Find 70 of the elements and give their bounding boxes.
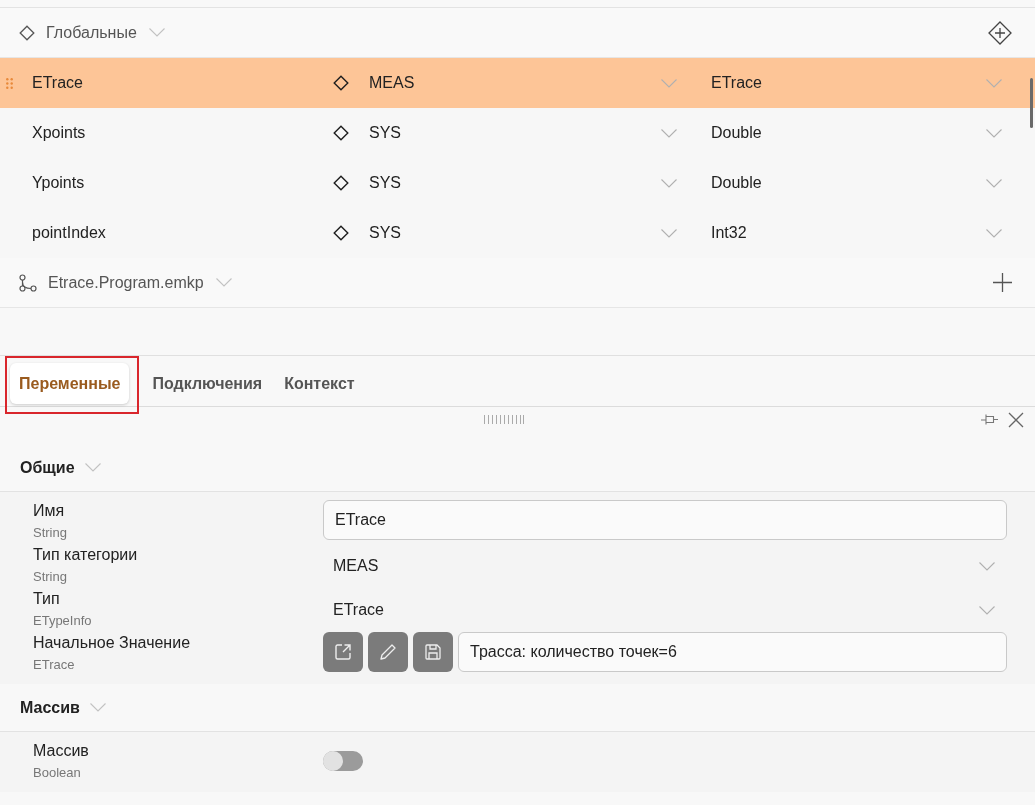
external-link-icon bbox=[333, 642, 353, 662]
property-type: ETypeInfo bbox=[33, 612, 93, 630]
section-title: Массив bbox=[20, 697, 80, 718]
value-dropdown[interactable]: MEAS bbox=[323, 546, 1007, 586]
add-variable-button[interactable] bbox=[988, 20, 1012, 45]
diamond-icon bbox=[333, 175, 349, 191]
chevron-down-icon bbox=[986, 78, 1002, 88]
chevron-down-icon[interactable] bbox=[84, 463, 101, 472]
diamond-icon bbox=[19, 24, 35, 41]
chevron-down-icon bbox=[661, 78, 677, 88]
value-dropdown[interactable]: ETrace bbox=[323, 590, 1007, 630]
pencil-icon bbox=[379, 643, 397, 661]
variable-name: Ypoints bbox=[32, 173, 86, 193]
chevron-down-icon[interactable] bbox=[89, 703, 106, 712]
chevron-down-icon bbox=[661, 228, 677, 238]
drag-handle-icon[interactable] bbox=[6, 77, 13, 89]
tab[interactable]: Подключения bbox=[143, 363, 272, 404]
type-dropdown[interactable]: Double bbox=[711, 171, 1002, 195]
scrollbar-thumb[interactable] bbox=[1030, 78, 1033, 128]
property-type: ETrace bbox=[33, 656, 76, 674]
category-dropdown[interactable]: SYS bbox=[369, 221, 677, 245]
category-dropdown[interactable]: SYS bbox=[369, 171, 677, 195]
plus-icon bbox=[993, 273, 1012, 292]
save-button[interactable] bbox=[413, 632, 453, 672]
group-title: Etrace.Program.emkp bbox=[48, 272, 204, 293]
property-type: String bbox=[33, 568, 68, 586]
property-label: Тип категории bbox=[33, 545, 139, 565]
category-dropdown[interactable]: MEAS bbox=[369, 71, 677, 95]
tab[interactable]: Контекст bbox=[275, 363, 364, 404]
diamond-plus-icon bbox=[988, 20, 1012, 45]
diamond-icon bbox=[333, 225, 349, 241]
text-field[interactable]: ETrace bbox=[323, 500, 1007, 540]
tab[interactable]: Переменные bbox=[10, 363, 130, 404]
pin-icon[interactable] bbox=[981, 414, 998, 425]
diamond-icon bbox=[333, 125, 349, 141]
chevron-down-icon bbox=[979, 605, 995, 615]
group-title: Глобальные bbox=[46, 22, 137, 43]
property-label: Массив bbox=[33, 741, 90, 761]
type-dropdown[interactable]: ETrace bbox=[711, 71, 1002, 95]
diamond-icon bbox=[333, 75, 349, 91]
chevron-down-icon[interactable] bbox=[215, 278, 232, 287]
toggle-switch[interactable] bbox=[323, 751, 363, 771]
chevron-down-icon bbox=[986, 228, 1002, 238]
property-type: Boolean bbox=[33, 764, 82, 782]
open-button[interactable] bbox=[323, 632, 363, 672]
nodes-icon bbox=[19, 273, 37, 292]
property-label: Тип bbox=[33, 589, 61, 609]
close-icon[interactable] bbox=[1008, 411, 1024, 428]
section-title: Общие bbox=[20, 457, 75, 478]
value-field[interactable]: Трасса: количество точек=6 bbox=[458, 632, 1007, 672]
table-row[interactable]: ETrace MEAS ETrace bbox=[0, 58, 1035, 108]
variable-name: pointIndex bbox=[32, 223, 107, 243]
chevron-down-icon[interactable] bbox=[148, 28, 165, 37]
type-dropdown[interactable]: Double bbox=[711, 121, 1002, 145]
property-label: Начальное Значение bbox=[33, 633, 192, 653]
grip-icon[interactable] bbox=[484, 415, 524, 424]
chevron-down-icon bbox=[986, 128, 1002, 138]
variable-name: ETrace bbox=[32, 73, 84, 93]
property-type: String bbox=[33, 524, 68, 542]
type-dropdown[interactable]: Int32 bbox=[711, 221, 1002, 245]
add-button[interactable] bbox=[993, 273, 1012, 292]
chevron-down-icon bbox=[661, 178, 677, 188]
category-dropdown[interactable]: SYS bbox=[369, 121, 677, 145]
chevron-down-icon bbox=[986, 178, 1002, 188]
chevron-down-icon bbox=[661, 128, 677, 138]
chevron-down-icon bbox=[979, 561, 995, 571]
property-label: Имя bbox=[33, 501, 66, 521]
save-icon bbox=[423, 642, 443, 662]
edit-button[interactable] bbox=[368, 632, 408, 672]
variable-name: Xpoints bbox=[32, 123, 87, 143]
